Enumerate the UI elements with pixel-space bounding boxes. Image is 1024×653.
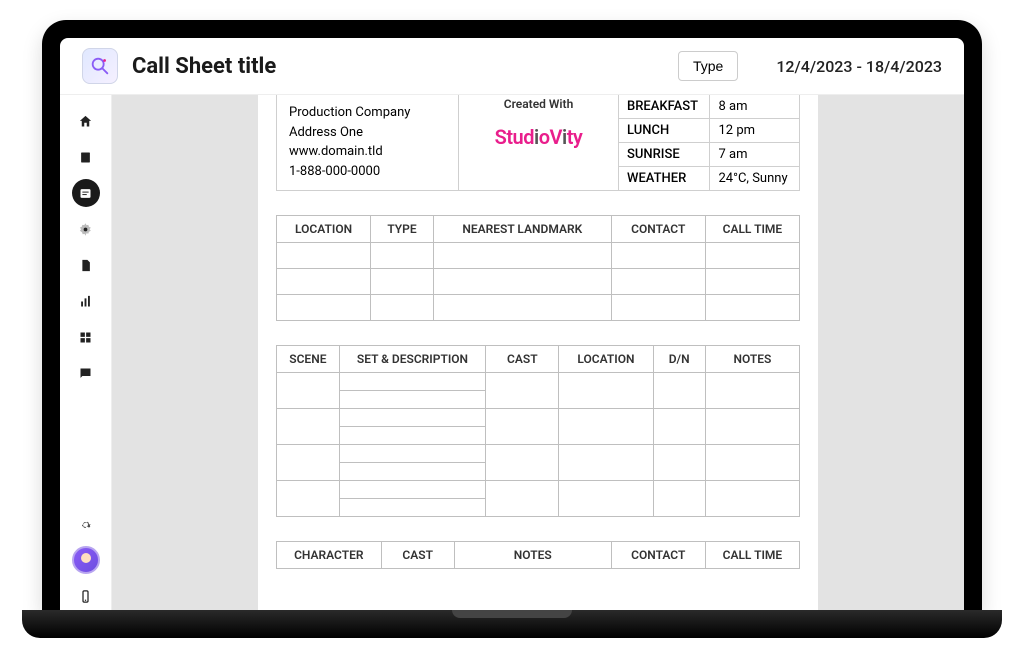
col-header: TYPE bbox=[371, 216, 434, 243]
col-header: CONTACT bbox=[611, 542, 705, 569]
col-header: CAST bbox=[486, 346, 559, 373]
table-header-row: SCENE SET & DESCRIPTION CAST LOCATION D/… bbox=[277, 346, 800, 373]
character-table: CHARACTER CAST NOTES CONTACT CALL TIME bbox=[276, 541, 800, 569]
chat-icon[interactable] bbox=[72, 359, 100, 387]
table-row: BREAKFAST8 am bbox=[619, 95, 799, 119]
sidebar bbox=[60, 95, 112, 610]
mobile-icon[interactable] bbox=[72, 582, 100, 610]
col-header: SET & DESCRIPTION bbox=[339, 346, 485, 373]
chart-icon[interactable] bbox=[72, 287, 100, 315]
schedule-label: SUNRISE bbox=[619, 143, 710, 167]
schedule-table: BREAKFAST8 am LUNCH12 pm SUNRISE7 am WEA… bbox=[619, 95, 799, 190]
document-icon[interactable] bbox=[72, 251, 100, 279]
call-sheet-page: Production Company Address One www.domai… bbox=[258, 95, 818, 610]
schedule-value: 7 am bbox=[710, 143, 799, 167]
schedule-label: WEATHER bbox=[619, 167, 710, 191]
production-company: Production Company bbox=[289, 103, 446, 123]
table-row[interactable] bbox=[277, 243, 800, 269]
callsheet-icon[interactable] bbox=[72, 179, 100, 207]
table-header-row: LOCATION TYPE NEAREST LANDMARK CONTACT C… bbox=[277, 216, 800, 243]
table-row: WEATHER24°C, Sunny bbox=[619, 167, 799, 191]
table-row[interactable] bbox=[277, 409, 800, 427]
page-title: Call Sheet title bbox=[132, 54, 664, 79]
production-details: Production Company Address One www.domai… bbox=[277, 95, 459, 190]
schedule-label: LUNCH bbox=[619, 119, 710, 143]
schedule-value: 24°C, Sunny bbox=[710, 167, 799, 191]
col-header: LOCATION bbox=[277, 216, 371, 243]
production-phone: 1-888-000-0000 bbox=[289, 162, 446, 182]
laptop-frame: Call Sheet title Type 12/4/2023 - 18/4/2… bbox=[42, 20, 982, 610]
location-table: LOCATION TYPE NEAREST LANDMARK CONTACT C… bbox=[276, 215, 800, 321]
grid-icon[interactable] bbox=[72, 323, 100, 351]
schedule-info: BREAKFAST8 am LUNCH12 pm SUNRISE7 am WEA… bbox=[619, 95, 799, 190]
col-header: CALL TIME bbox=[705, 216, 799, 243]
table-row[interactable] bbox=[277, 295, 800, 321]
avatar[interactable] bbox=[72, 546, 100, 574]
scene-table: SCENE SET & DESCRIPTION CAST LOCATION D/… bbox=[276, 345, 800, 517]
home-icon[interactable] bbox=[72, 107, 100, 135]
col-header: NOTES bbox=[705, 346, 799, 373]
col-header: NEAREST LANDMARK bbox=[433, 216, 611, 243]
production-website: www.domain.tld bbox=[289, 142, 446, 162]
type-button[interactable]: Type bbox=[678, 51, 738, 81]
col-header: D/N bbox=[653, 346, 705, 373]
table-row[interactable] bbox=[277, 269, 800, 295]
col-header: CHARACTER bbox=[277, 542, 382, 569]
table-row: SUNRISE7 am bbox=[619, 143, 799, 167]
col-header: SCENE bbox=[277, 346, 340, 373]
settings-gear-icon[interactable] bbox=[72, 215, 100, 243]
header: Call Sheet title Type 12/4/2023 - 18/4/2… bbox=[60, 38, 964, 95]
table-row: LUNCH12 pm bbox=[619, 119, 799, 143]
created-with-box: Created With StudioVity bbox=[459, 95, 619, 190]
schedule-value: 8 am bbox=[710, 95, 799, 119]
app-screen: Call Sheet title Type 12/4/2023 - 18/4/2… bbox=[60, 38, 964, 610]
studiovity-logo: StudioVity bbox=[467, 125, 610, 149]
col-header: CAST bbox=[381, 542, 454, 569]
production-info-row: Production Company Address One www.domai… bbox=[276, 95, 800, 191]
table-row[interactable] bbox=[277, 481, 800, 499]
date-range: 12/4/2023 - 18/4/2023 bbox=[776, 57, 942, 76]
schedule-value: 12 pm bbox=[710, 119, 799, 143]
app-logo-icon[interactable] bbox=[82, 48, 118, 84]
schedule-label: BREAKFAST bbox=[619, 95, 710, 119]
table-row[interactable] bbox=[277, 445, 800, 463]
created-with-label: Created With bbox=[467, 97, 610, 111]
gear-icon[interactable] bbox=[72, 510, 100, 538]
col-header: NOTES bbox=[454, 542, 611, 569]
col-header: LOCATION bbox=[559, 346, 653, 373]
table-header-row: CHARACTER CAST NOTES CONTACT CALL TIME bbox=[277, 542, 800, 569]
script-icon[interactable] bbox=[72, 143, 100, 171]
col-header: CONTACT bbox=[611, 216, 705, 243]
content-area: Production Company Address One www.domai… bbox=[112, 95, 964, 610]
production-address: Address One bbox=[289, 123, 446, 143]
table-row[interactable] bbox=[277, 373, 800, 391]
col-header: CALL TIME bbox=[705, 542, 799, 569]
laptop-base bbox=[22, 610, 1002, 638]
